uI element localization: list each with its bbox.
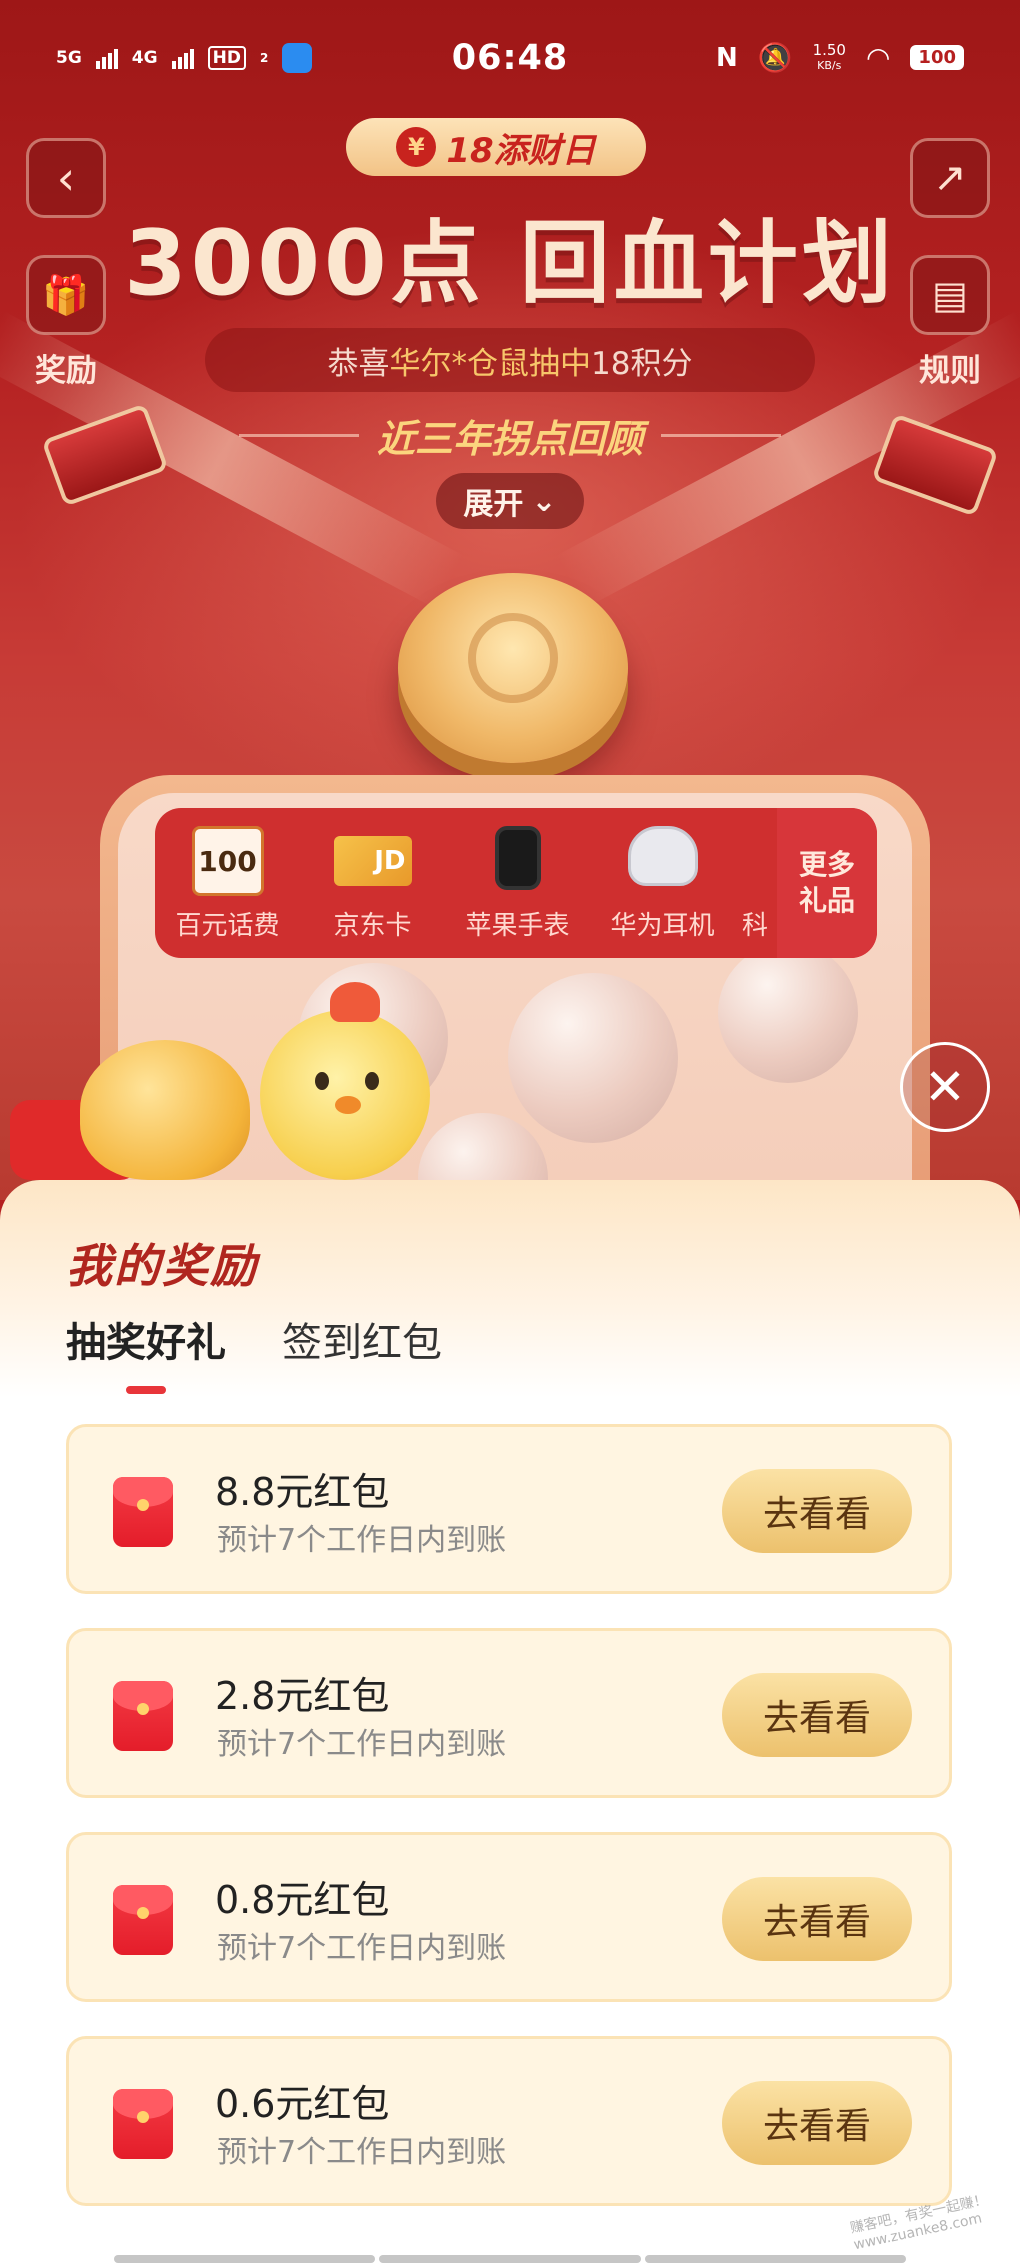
- red-envelope-icon: [113, 1681, 173, 1751]
- view-reward-button[interactable]: 去看看: [722, 2081, 912, 2165]
- scroll-indicator: [114, 2255, 906, 2263]
- reward-subtitle: 预计7个工作日内到账: [217, 1727, 507, 1762]
- view-reward-button[interactable]: 去看看: [722, 1469, 912, 1553]
- reward-subtitle: 预计7个工作日内到账: [217, 2135, 507, 2170]
- prize-label: 京东卡: [333, 911, 412, 941]
- reward-tabs: 抽奖好礼 签到红包: [66, 1310, 442, 1394]
- prize-ball: [718, 943, 858, 1083]
- ticker-user: 华尔*仓鼠: [389, 345, 530, 382]
- reward-card: 8.8元红包 预计7个工作日内到账 去看看: [66, 1424, 952, 1594]
- clock: 06:48: [451, 37, 569, 78]
- jd-card-icon: JD: [333, 836, 412, 886]
- rules-label[interactable]: 规则: [895, 345, 1005, 390]
- divider: [661, 434, 781, 437]
- reward-title: 0.6元红包: [215, 2082, 390, 2126]
- ticker-prize: 18积分: [591, 345, 693, 382]
- more-prizes-label: 礼品: [798, 884, 855, 917]
- reward-title: 2.8元红包: [215, 1674, 390, 1718]
- money-bag-icon: [80, 1040, 250, 1180]
- event-badge-label: 18添财日: [446, 130, 596, 171]
- tab-checkin-redpack[interactable]: 签到红包: [282, 1310, 442, 1368]
- gold-coin-icon: [398, 573, 628, 763]
- signal-icon: [95, 47, 118, 69]
- earbuds-icon: [627, 826, 698, 886]
- red-envelope-icon: [113, 1885, 173, 1955]
- more-prizes-label: 更多: [798, 848, 855, 881]
- prize-ball: [508, 973, 678, 1143]
- review-title-label: 近三年拐点回顾: [376, 417, 643, 461]
- review-section-title: 近三年拐点回顾: [0, 408, 1020, 463]
- chick-mascot-icon: [260, 982, 430, 1180]
- divider: [238, 434, 359, 437]
- expand-button[interactable]: 展开 ⌄: [436, 473, 584, 529]
- reward-subtitle: 预计7个工作日内到账: [217, 1523, 507, 1558]
- prize-label: 百元话费: [175, 911, 280, 941]
- phone-credit-icon: 100: [191, 826, 264, 896]
- mute-icon: 🔕: [757, 41, 793, 74]
- app-notification-icon: [282, 42, 313, 73]
- prize-label: 华为耳机: [610, 911, 715, 941]
- prize-label: 苹果手表: [465, 911, 570, 941]
- status-bar: 5G 4G HD 2 06:48 N 🔕 1.50 KB/s ◠ 100: [0, 0, 1020, 115]
- hd-voice-icon: HD: [207, 45, 246, 70]
- battery-icon: 100: [910, 45, 964, 70]
- close-icon: ✕: [924, 1058, 966, 1116]
- watch-icon: [494, 826, 541, 890]
- red-envelope-icon: [113, 1477, 173, 1547]
- reward-title: 0.8元红包: [215, 1878, 390, 1922]
- more-prizes-button[interactable]: 更多 礼品: [777, 808, 877, 958]
- prize-item-huawei-earbuds[interactable]: 华为耳机: [590, 808, 735, 958]
- winner-ticker: 恭喜 华尔*仓鼠 抽中 18积分: [205, 328, 815, 392]
- speed-value: 1.50: [812, 40, 846, 59]
- reward-subtitle: 预计7个工作日内到账: [217, 1931, 507, 1966]
- reward-title: 8.8元红包: [215, 1470, 390, 1514]
- ticker-mid: 抽中: [529, 345, 592, 382]
- network-speed: 1.50 KB/s: [813, 42, 846, 74]
- prize-strip[interactable]: 100 百元话费 JD 京东卡 苹果手表 华为耳机 科 更多 礼品: [155, 808, 877, 958]
- event-badge: ¥ 18添财日: [346, 118, 646, 176]
- close-button[interactable]: ✕: [900, 1042, 990, 1132]
- expand-label: 展开: [463, 487, 524, 522]
- speed-unit: KB/s: [817, 58, 842, 72]
- prize-label: 科: [741, 911, 768, 941]
- my-rewards-sheet: 我的奖励 抽奖好礼 签到红包 8.8元红包 预计7个工作日内到账 去看看 2.8…: [0, 1180, 1020, 2267]
- reward-card: 2.8元红包 预计7个工作日内到账 去看看: [66, 1628, 952, 1798]
- signal-icon: [171, 47, 194, 69]
- sheet-title: 我的奖励: [66, 1239, 258, 1293]
- network-4g-label: 4G: [131, 47, 158, 68]
- hd-sub-label: 2: [259, 50, 269, 65]
- wifi-icon: ◠: [865, 41, 891, 74]
- reward-card: 0.6元红包 预计7个工作日内到账 去看看: [66, 2036, 952, 2206]
- prize-item-jd-card[interactable]: JD 京东卡: [300, 808, 445, 958]
- red-envelope-icon: [113, 2089, 173, 2159]
- view-reward-button[interactable]: 去看看: [722, 1673, 912, 1757]
- rewards-label[interactable]: 奖励: [11, 345, 121, 390]
- reward-list: 8.8元红包 预计7个工作日内到账 去看看 2.8元红包 预计7个工作日内到账 …: [66, 1424, 952, 2240]
- network-5g-label: 5G: [56, 47, 82, 68]
- page-title: 3000点 回血计划: [124, 211, 896, 316]
- reward-card: 0.8元红包 预计7个工作日内到账 去看看: [66, 1832, 952, 2002]
- mascot-illustration: [10, 980, 450, 1180]
- tab-lottery-gifts[interactable]: 抽奖好礼: [66, 1310, 226, 1394]
- prize-item-apple-watch[interactable]: 苹果手表: [445, 808, 590, 958]
- nfc-icon: N: [715, 42, 738, 73]
- prize-item-phone-credit[interactable]: 100 百元话费: [155, 808, 300, 958]
- prize-item-partial[interactable]: 科: [735, 808, 775, 958]
- yen-icon: ¥: [396, 127, 437, 167]
- view-reward-button[interactable]: 去看看: [722, 1877, 912, 1961]
- chevron-down-icon: ⌄: [531, 483, 557, 519]
- ticker-prefix: 恭喜: [327, 345, 390, 382]
